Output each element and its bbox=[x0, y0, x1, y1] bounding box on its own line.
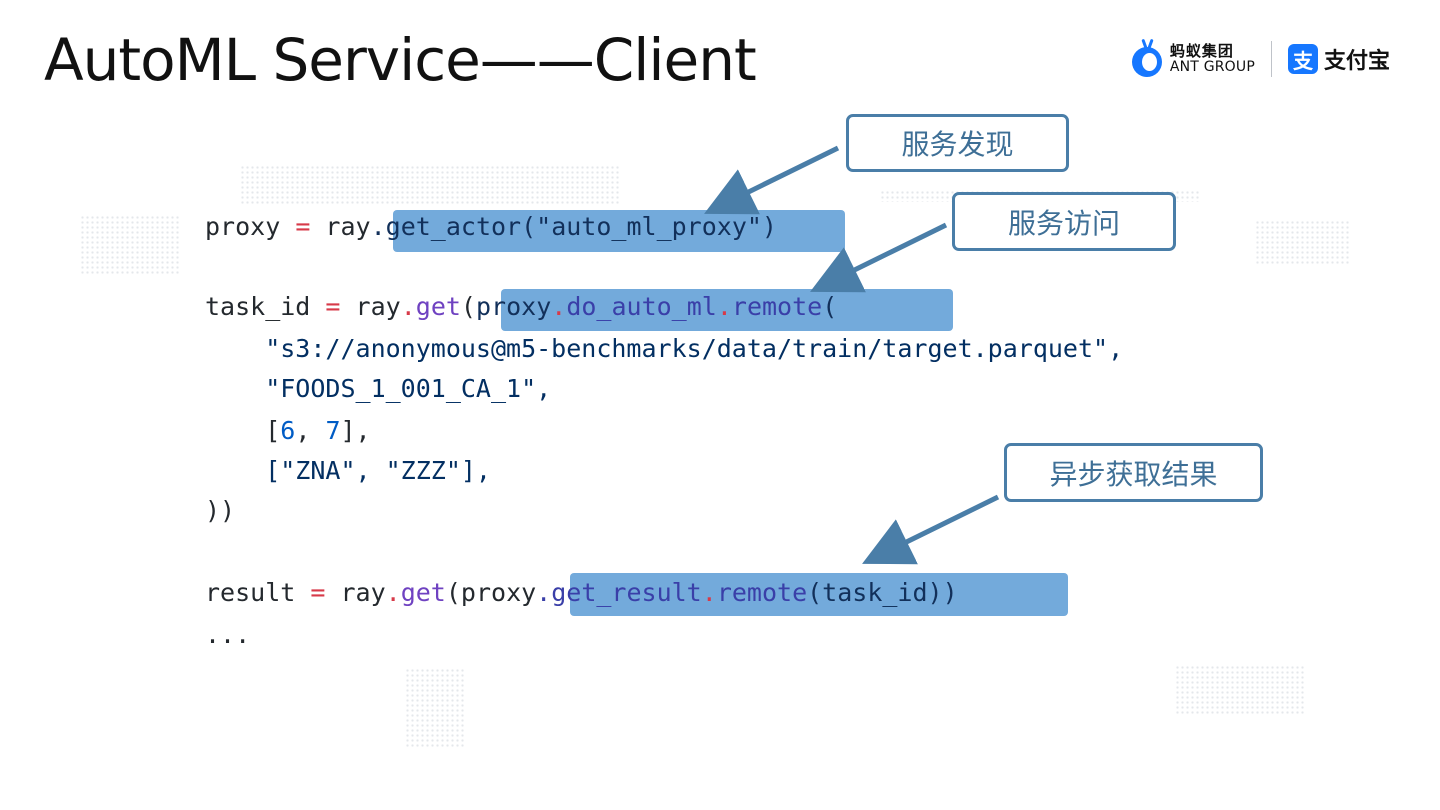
code-line-9: ... bbox=[205, 620, 251, 649]
code-line-2: task_id = ray.get(proxy.do_auto_ml.remot… bbox=[205, 292, 838, 321]
map-dots-decoration bbox=[1175, 665, 1305, 715]
callout-service-discovery: 服务发现 bbox=[846, 114, 1069, 172]
code-line-8: result = ray.get(proxy.get_result.remote… bbox=[205, 578, 958, 607]
map-dots-decoration bbox=[405, 668, 465, 748]
ant-group-cn: 蚂蚁集团 bbox=[1169, 42, 1234, 60]
callout-service-access: 服务访问 bbox=[952, 192, 1176, 251]
map-dots-decoration bbox=[1255, 220, 1350, 265]
brand-logos: 蚂蚁集团 ANT GROUP 支 支付宝 bbox=[1130, 36, 1390, 82]
arrow-async bbox=[862, 494, 1000, 565]
ant-group-wordmark: 蚂蚁集团 ANT GROUP bbox=[1170, 43, 1255, 75]
code-line-4: "FOODS_1_001_CA_1", bbox=[205, 374, 552, 403]
code-line-1: proxy = ray.get_actor("auto_ml_proxy") bbox=[205, 212, 777, 241]
callout-async-result: 异步获取结果 bbox=[1004, 443, 1263, 502]
arrow-access bbox=[810, 222, 948, 293]
code-line-3: "s3://anonymous@m5-benchmarks/data/train… bbox=[205, 334, 1124, 363]
alipay-wordmark: 支付宝 bbox=[1323, 49, 1390, 74]
alipay-logo-icon: 支 bbox=[1287, 44, 1318, 74]
code-line-5: [6, 7], bbox=[205, 416, 371, 445]
map-dots-decoration bbox=[240, 165, 620, 205]
map-dots-decoration bbox=[80, 215, 180, 275]
code-line-6: ["ZNA", "ZZZ"], bbox=[205, 456, 491, 485]
slide-title: AutoML Service——Client bbox=[44, 26, 757, 94]
ant-group-en: ANT GROUP bbox=[1169, 59, 1255, 75]
logo-divider bbox=[1270, 41, 1272, 77]
arrow-discovery bbox=[704, 145, 840, 215]
ant-group-logo-icon bbox=[1130, 38, 1164, 79]
code-line-7: )) bbox=[205, 496, 236, 525]
